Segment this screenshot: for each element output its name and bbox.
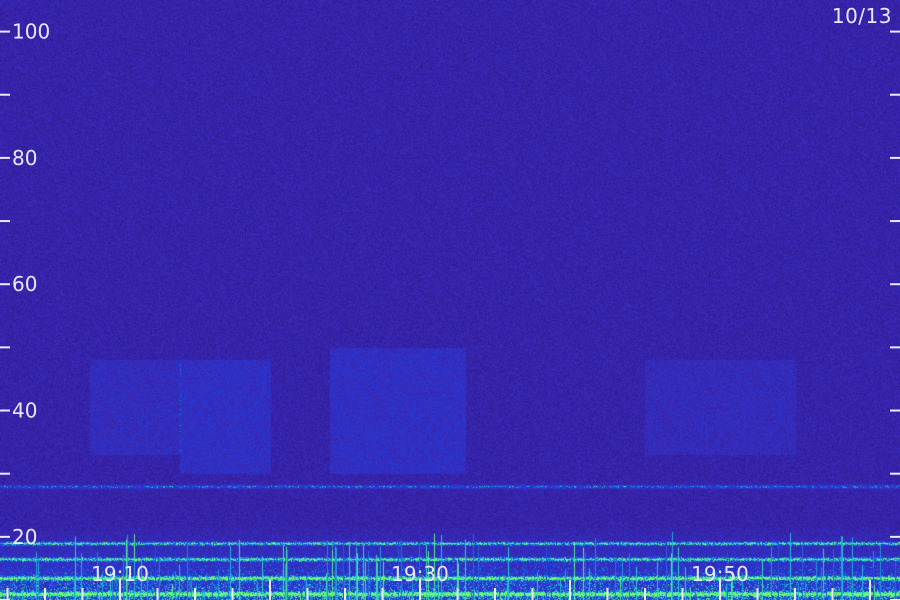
y-tick-label: 40: [12, 399, 37, 423]
y-tick-label: 100: [12, 20, 50, 44]
x-tick-label: 19:50: [691, 562, 749, 586]
y-tick-label: 60: [12, 272, 37, 296]
axis-overlay: 20 40 60 80 100 19:10 19:30 19:50: [0, 20, 900, 600]
x-tick-label: 19:10: [91, 562, 149, 586]
y-tick-label: 20: [12, 525, 37, 549]
spectrogram-chart: 20 40 60 80 100 19:10 19:30 19:50 10/13: [0, 0, 900, 600]
y-tick-label: 80: [12, 146, 37, 170]
x-tick-label: 19:30: [391, 562, 449, 586]
date-label: 10/13: [831, 4, 892, 28]
